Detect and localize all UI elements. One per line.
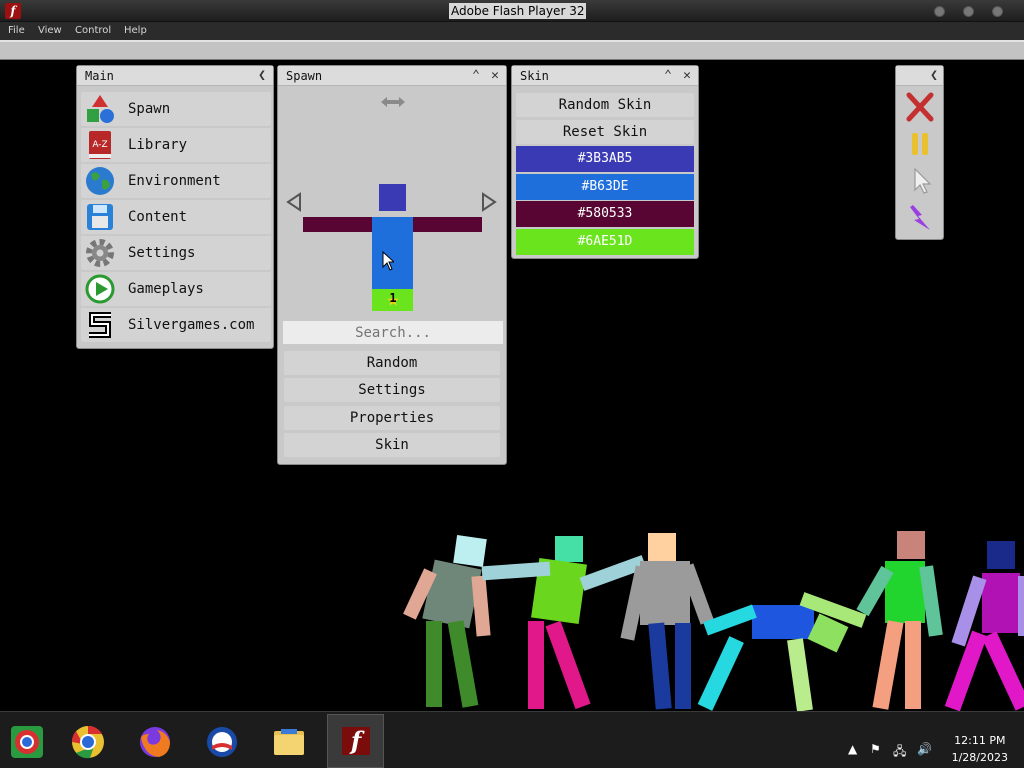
tools-panel-header: ❮ [896,66,943,86]
search-input[interactable] [283,321,503,344]
menu-item-library[interactable]: A-Z Library [81,128,271,162]
ragdoll-6 [944,541,1024,711]
file-explorer-icon[interactable] [271,724,307,760]
menu-item-environment[interactable]: Environment [81,164,271,198]
collapse-up-icon[interactable]: ⌃ [660,67,676,85]
lightning-tool-icon[interactable] [904,203,936,233]
ragdoll-2 [481,536,647,710]
game-top-bar [0,40,1024,60]
shapes-icon [87,95,114,123]
random-skin-button[interactable]: Random Skin [516,93,694,117]
game-stage[interactable]: Main ❮ Spawn A-Z Library Environment Con… [0,61,1024,711]
flash-player-icon: f [5,3,21,19]
maximize-button[interactable] [963,6,974,17]
globe-icon [86,167,114,195]
spawn-count: 1 [389,291,397,305]
delete-tool-icon[interactable] [904,92,936,122]
menu-item-gameplays[interactable]: Gameplays [81,272,271,306]
flash-player-icon: f [342,727,370,755]
taskbar-flash-active[interactable]: f [327,714,384,768]
menu-item-label: Library [128,137,188,153]
floppy-disk-icon [87,204,113,230]
clock-time: 12:11 PM [954,734,1006,747]
tools-panel: ❮ [895,65,944,240]
volume-icon[interactable]: 🔊 [917,742,932,756]
menu-file[interactable]: File [8,25,25,36]
skin-panel-title: Skin [520,69,549,83]
settings-button[interactable]: Settings [284,378,500,402]
mouse-cursor-icon [382,251,394,271]
properties-button[interactable]: Properties [284,406,500,430]
collapse-icon[interactable]: ❮ [254,67,270,85]
main-panel-title: Main [85,69,114,83]
network-icon[interactable]: 🖧 [893,742,906,763]
collapse-icon[interactable]: ❮ [926,67,942,85]
book-icon: A-Z [89,131,111,159]
menu-item-silvergames[interactable]: Silvergames.com [81,308,271,342]
random-button[interactable]: Random [284,351,500,375]
ragdoll-5 [856,531,943,710]
menu-item-spawn[interactable]: Spawn [81,92,271,126]
preview-head [379,184,406,211]
color-swatch-arms[interactable]: #580533 [516,201,694,227]
title-bar: f Adobe Flash Player 32 [0,0,1024,22]
show-hidden-icons-icon[interactable]: ▲ [848,742,857,756]
chrome-icon[interactable] [70,724,106,760]
color-swatch-body[interactable]: #B63DE [516,174,694,200]
clock[interactable]: 12:11 PM 1/28/2023 [952,732,1008,766]
main-panel-header: Main ❮ [77,66,273,86]
menu-item-label: Settings [128,245,196,261]
action-center-flag-icon[interactable]: ⚑ [870,742,881,756]
menu-item-label: Silvergames.com [128,317,255,333]
ragdoll-1 [403,535,491,708]
color-swatch-legs[interactable]: #6AE51D [516,229,694,255]
main-panel: Main ❮ Spawn A-Z Library Environment Con… [76,65,274,349]
skin-button[interactable]: Skin [284,433,500,457]
chrome-remote-icon[interactable] [9,724,45,760]
color-swatch-head[interactable]: #3B3AB5 [516,146,694,172]
taskbar: f ▲ ⚑ 🖧 🔊 12:11 PM 1/28/2023 [0,711,1024,768]
obama-logo-icon[interactable] [204,724,240,760]
clock-date: 1/28/2023 [951,751,1008,764]
menu-item-settings[interactable]: Settings [81,236,271,270]
skin-panel-header: Skin ⌃ ✕ [512,66,698,86]
gear-icon [86,239,114,267]
menu-item-label: Gameplays [128,281,204,297]
reset-skin-button[interactable]: Reset Skin [516,120,694,144]
menu-item-content[interactable]: Content [81,200,271,234]
silvergames-logo-icon [89,312,111,338]
menu-item-label: Environment [128,173,221,189]
spawn-panel: Spawn ⌃ ✕ ★ 1 Random Settings Properties [277,65,507,465]
menu-item-label: Content [128,209,188,225]
ragdoll-4 [697,592,867,711]
menu-view[interactable]: View [38,25,62,36]
play-icon [85,274,115,304]
minimize-button[interactable] [934,6,945,17]
menu-control[interactable]: Control [75,25,111,36]
menu-bar: File View Control Help [0,22,1024,40]
window-title: Adobe Flash Player 32 [449,3,587,19]
menu-item-label: Spawn [128,101,171,117]
skin-panel: Skin ⌃ ✕ Random Skin Reset Skin #3B3AB5 … [511,65,699,259]
close-icon[interactable]: ✕ [679,67,695,85]
firefox-icon[interactable] [137,724,173,760]
close-window-button[interactable] [992,6,1003,17]
svg-text:A-Z: A-Z [92,140,107,150]
menu-help[interactable]: Help [124,25,147,36]
pointer-tool-icon[interactable] [904,166,936,196]
pause-icon[interactable] [904,129,936,159]
ragdoll-preview: ★ 1 [278,66,508,316]
